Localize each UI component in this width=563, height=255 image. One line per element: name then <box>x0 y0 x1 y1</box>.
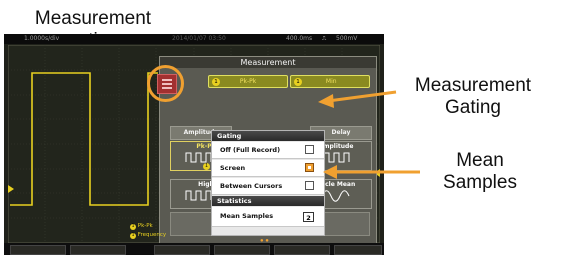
callout-arrows <box>318 90 420 179</box>
gating-arrow <box>318 90 397 108</box>
mean-samples-arrow <box>323 165 420 179</box>
